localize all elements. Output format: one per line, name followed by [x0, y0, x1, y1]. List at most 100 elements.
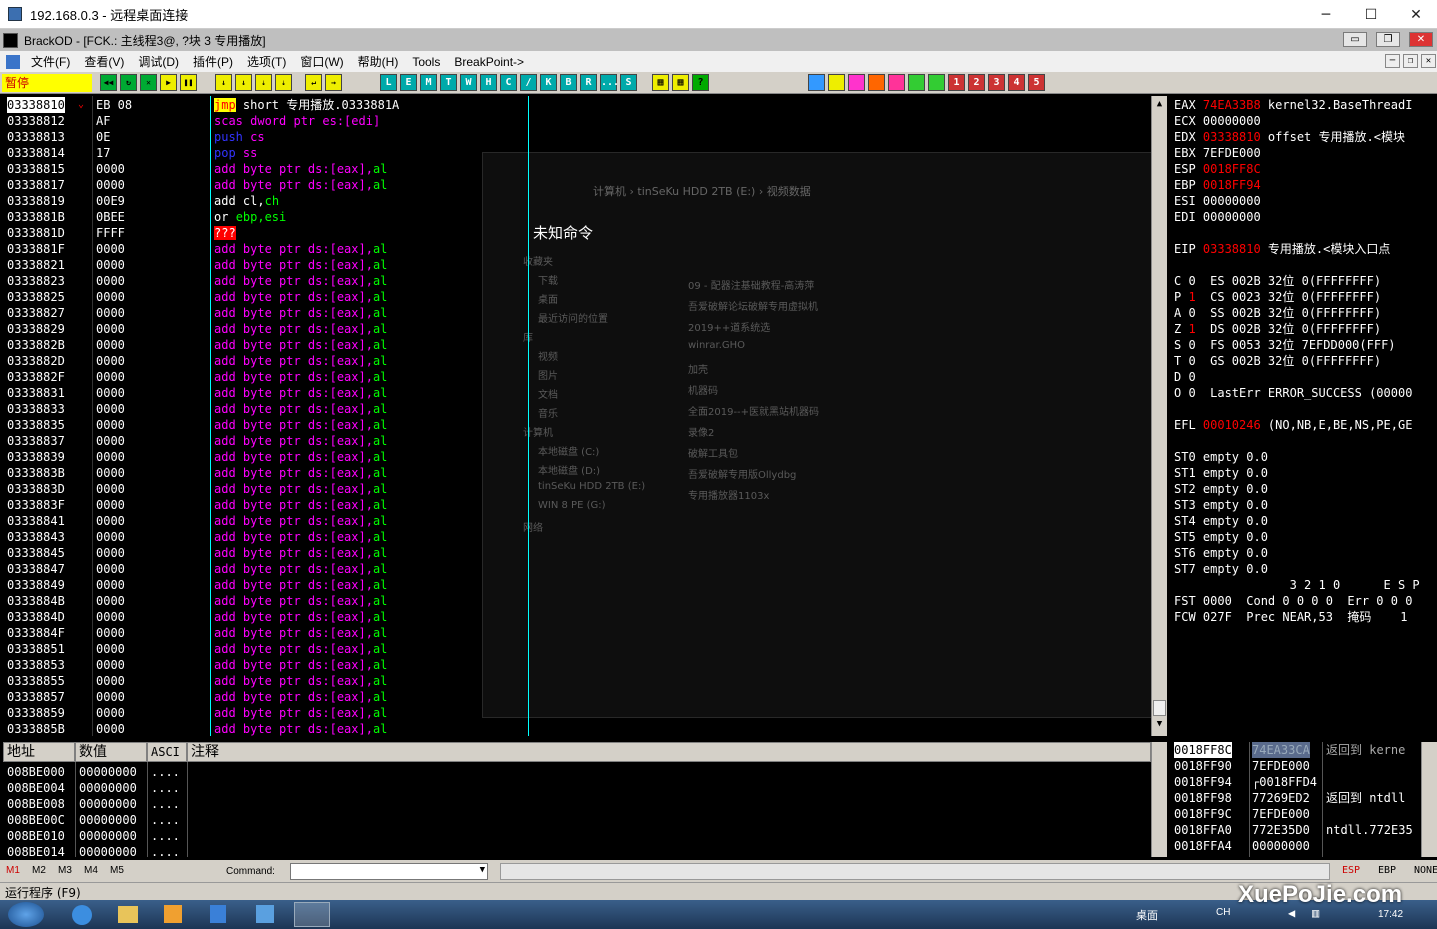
- plugin-button-6[interactable]: [928, 74, 945, 91]
- desktop-label[interactable]: 桌面: [1136, 907, 1158, 923]
- window-button-T[interactable]: T: [440, 74, 457, 91]
- disassembly-scrollbar[interactable]: ▲ ▼: [1151, 96, 1167, 736]
- scroll-thumb[interactable]: [1153, 700, 1166, 716]
- scroll-up-arrow[interactable]: ▲: [1152, 96, 1167, 112]
- menu-item-4[interactable]: 选项(T): [240, 53, 293, 70]
- disasm-row[interactable]: 0333884F 0000 add byte ptr ds:[eax],al: [3, 625, 1151, 641]
- dump-cell[interactable]: 008BE008: [7, 796, 65, 812]
- register-line[interactable]: P 1 CS 0023 32位 0(FFFFFFFF): [1174, 289, 1381, 305]
- menu-item-5[interactable]: 窗口(W): [293, 53, 350, 70]
- register-line[interactable]: EBP 0018FF94: [1174, 177, 1261, 193]
- disasm-row[interactable]: 03338833 0000 add byte ptr ds:[eax],al: [3, 401, 1151, 417]
- disasm-row[interactable]: 0333883F 0000 add byte ptr ds:[eax],al: [3, 497, 1151, 513]
- plugin-button-1[interactable]: [828, 74, 845, 91]
- dump-cell[interactable]: 008BE00C: [7, 812, 65, 828]
- disasm-row[interactable]: 03338829 0000 add byte ptr ds:[eax],al: [3, 321, 1151, 337]
- disassembly-pane[interactable]: 计算机 › tinSeKu HDD 2TB (E:) › 视频数据 收藏夹 下载 桌面…: [3, 96, 1151, 736]
- disasm-row[interactable]: 03338827 0000 add byte ptr ds:[eax],al: [3, 305, 1151, 321]
- disasm-row[interactable]: 03338835 0000 add byte ptr ds:[eax],al: [3, 417, 1151, 433]
- register-line[interactable]: EDX 03338810 offset 专用播放.<模块: [1174, 129, 1405, 145]
- stack-cell[interactable]: 0018FF9C: [1174, 806, 1232, 822]
- register-line[interactable]: ECX 00000000: [1174, 113, 1261, 129]
- register-line[interactable]: C 0 ES 002B 32位 0(FFFFFFFF): [1174, 273, 1381, 289]
- stack-cell[interactable]: 00000000: [1252, 838, 1310, 854]
- disasm-row[interactable]: 03338851 0000 add byte ptr ds:[eax],al: [3, 641, 1151, 657]
- reg-toggle-NONE[interactable]: NONE: [1414, 865, 1437, 876]
- stack-cell[interactable]: ntdll.772E35: [1326, 822, 1413, 838]
- register-line[interactable]: EDI 00000000: [1174, 209, 1261, 225]
- stack-cell[interactable]: 0018FF90: [1174, 758, 1232, 774]
- disasm-row[interactable]: 03338847 0000 add byte ptr ds:[eax],al: [3, 561, 1151, 577]
- dump-cell[interactable]: ....: [151, 844, 180, 857]
- clock[interactable]: 17:42: [1378, 909, 1403, 920]
- stack-cell[interactable]: 0018FF8C: [1174, 742, 1232, 758]
- register-line[interactable]: ESP 0018FF8C: [1174, 161, 1261, 177]
- disasm-row[interactable]: 03338831 0000 add byte ptr ds:[eax],al: [3, 385, 1151, 401]
- menu-item-0[interactable]: 文件(F): [24, 53, 77, 70]
- scroll-down-arrow[interactable]: ▼: [1152, 719, 1167, 729]
- register-line[interactable]: ST0 empty 0.0: [1174, 449, 1268, 465]
- disasm-row[interactable]: 03338841 0000 add byte ptr ds:[eax],al: [3, 513, 1151, 529]
- menu-item-6[interactable]: 帮助(H): [351, 53, 406, 70]
- register-line[interactable]: T 0 GS 002B 32位 0(FFFFFFFF): [1174, 353, 1381, 369]
- minimize-button[interactable]: ─: [1303, 0, 1349, 29]
- window-button-B[interactable]: B: [560, 74, 577, 91]
- register-line[interactable]: ST2 empty 0.0: [1174, 481, 1268, 497]
- dump-cell[interactable]: ....: [151, 780, 180, 796]
- bookmark-button-4[interactable]: 4: [1008, 74, 1025, 91]
- stack-pane[interactable]: 0018FF8C 74EA33CA 返回到 kerne 0018FF90 7EFDE00…: [1170, 742, 1422, 857]
- debug-control-button-9[interactable]: ↵: [305, 74, 322, 91]
- register-line[interactable]: ST6 empty 0.0: [1174, 545, 1268, 561]
- register-line[interactable]: 3 2 1 0 E S P: [1174, 577, 1420, 593]
- disasm-row[interactable]: 03338821 0000 add byte ptr ds:[eax],al: [3, 257, 1151, 273]
- window-button-R[interactable]: R: [580, 74, 597, 91]
- register-line[interactable]: EAX 74EA33B8 kernel32.BaseThreadI: [1174, 97, 1412, 113]
- option-button-2[interactable]: ?: [692, 74, 709, 91]
- memory-dump-pane[interactable]: 地址 数值 ASCI 注释 008BE000 00000000.... 008BE0…: [3, 742, 1151, 857]
- stack-cell[interactable]: 7EFDE000: [1252, 758, 1310, 774]
- stack-cell[interactable]: 0018FFA4: [1174, 838, 1232, 854]
- dump-scrollbar[interactable]: [1151, 742, 1167, 857]
- debug-control-button-0[interactable]: ◀◀: [100, 74, 117, 91]
- stack-cell[interactable]: 77269ED2: [1252, 790, 1310, 806]
- window-button-L[interactable]: L: [380, 74, 397, 91]
- debug-control-button-1[interactable]: ↻: [120, 74, 137, 91]
- register-line[interactable]: EIP 03338810 专用播放.<模块入口点: [1174, 241, 1390, 257]
- disasm-row[interactable]: 03338817 0000 add byte ptr ds:[eax],al: [3, 177, 1151, 193]
- menu-item-8[interactable]: BreakPoint->: [447, 55, 531, 69]
- dump-header-ascii[interactable]: ASCI: [147, 742, 187, 762]
- bookmark-button-1[interactable]: 1: [948, 74, 965, 91]
- reg-toggle-EBP[interactable]: EBP: [1378, 865, 1396, 876]
- plugin-button-0[interactable]: [808, 74, 825, 91]
- stack-scrollbar[interactable]: [1421, 742, 1437, 857]
- stack-cell[interactable]: 0018FF94: [1174, 774, 1232, 790]
- menu-item-3[interactable]: 插件(P): [186, 53, 240, 70]
- stack-cell[interactable]: 74EA33CA: [1252, 742, 1310, 758]
- disasm-row[interactable]: 03338853 0000 add byte ptr ds:[eax],al: [3, 657, 1151, 673]
- bookmark-button-5[interactable]: 5: [1028, 74, 1045, 91]
- stack-cell[interactable]: 返回到 ntdll: [1326, 790, 1405, 806]
- register-line[interactable]: EFL 00010246 (NO,NB,E,BE,NS,PE,GE: [1174, 417, 1412, 433]
- debug-control-button-6[interactable]: ↓: [235, 74, 252, 91]
- window-button-/[interactable]: /: [520, 74, 537, 91]
- disasm-row[interactable]: 03338819 00E9 add cl,ch: [3, 193, 1151, 209]
- disasm-row[interactable]: 0333883B 0000 add byte ptr ds:[eax],al: [3, 465, 1151, 481]
- debug-control-button-5[interactable]: ↓: [215, 74, 232, 91]
- stack-cell[interactable]: 0018FF98: [1174, 790, 1232, 806]
- register-line[interactable]: EBX 7EFDE000: [1174, 145, 1261, 161]
- stack-cell[interactable]: 返回到 kerne: [1326, 742, 1405, 758]
- start-button[interactable]: [8, 902, 44, 927]
- window-button-H[interactable]: H: [480, 74, 497, 91]
- child-restore-button[interactable]: ❐: [1403, 54, 1418, 68]
- window-button-S[interactable]: S: [620, 74, 637, 91]
- option-button-1[interactable]: ▦: [672, 74, 689, 91]
- disasm-row[interactable]: 03338857 0000 add byte ptr ds:[eax],al: [3, 689, 1151, 705]
- dump-cell[interactable]: 008BE014: [7, 844, 65, 857]
- disasm-row[interactable]: 0333881D FFFF???: [3, 225, 1151, 241]
- marker-M4[interactable]: M4: [84, 865, 98, 876]
- stack-cell[interactable]: ┌0018FFD4: [1252, 774, 1317, 790]
- debug-control-button-4[interactable]: ❚❚: [180, 74, 197, 91]
- register-line[interactable]: ESI 00000000: [1174, 193, 1261, 209]
- dump-cell[interactable]: ....: [151, 764, 180, 780]
- dump-cell[interactable]: 008BE004: [7, 780, 65, 796]
